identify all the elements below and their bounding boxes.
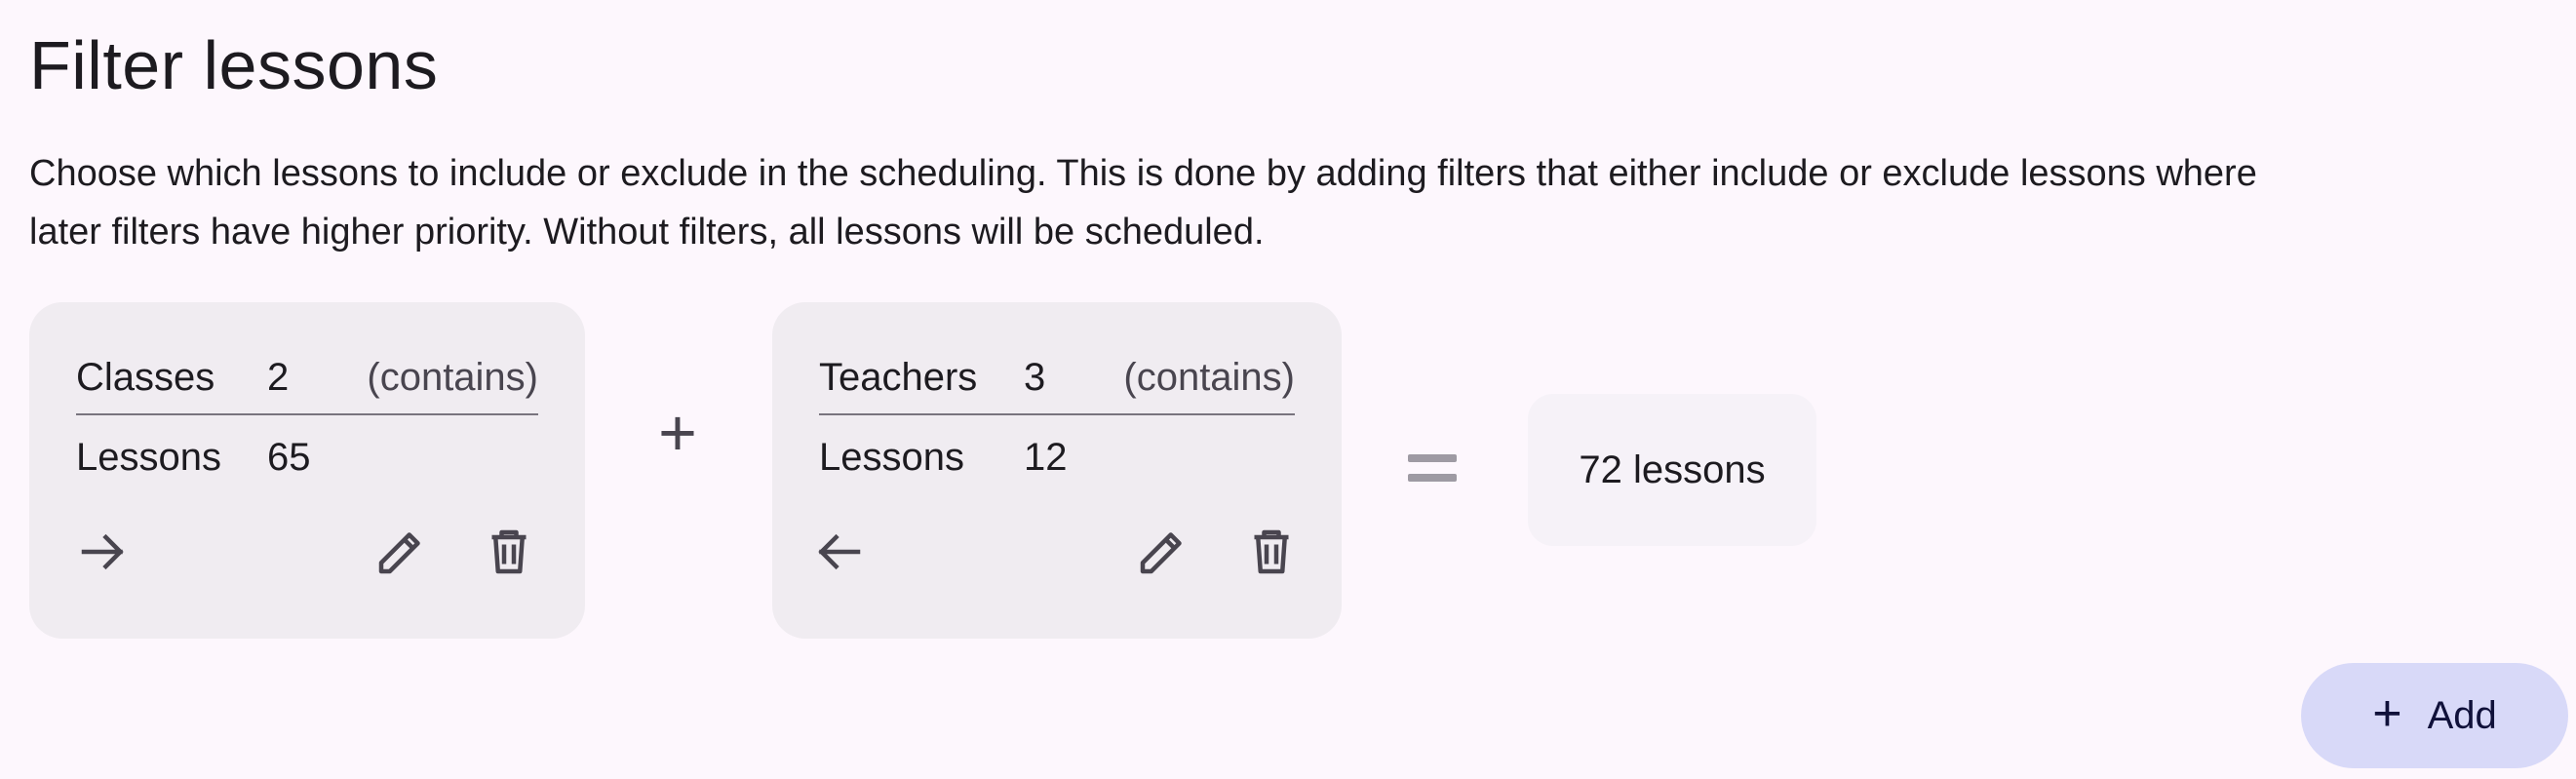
page-description: Choose which lessons to include or exclu… [29,153,2257,253]
plus-operator: + [658,396,697,470]
filter-count: 3 [1024,356,1046,399]
filter-lessons-row: Lessons 12 [819,421,1295,493]
filter-category: Classes [76,356,215,399]
edit-icon[interactable] [368,519,434,585]
lessons-count: 65 [267,436,311,479]
plus-icon: + [2372,685,2402,742]
delete-icon[interactable] [1238,519,1305,585]
result-summary: 72 lessons [1528,394,1816,546]
result-label: 72 lessons [1579,448,1766,491]
add-filter-button[interactable]: + Add [2301,663,2568,768]
delete-icon[interactable] [476,519,542,585]
filter-mode: (contains) [367,356,538,399]
filter-category: Teachers [819,356,978,399]
lessons-label: Lessons [819,436,964,479]
edit-icon[interactable] [1129,519,1195,585]
filter-card-classes: Classes 2 (contains) Lessons 65 [29,302,585,639]
filter-card-teachers: Teachers 3 (contains) Lessons 12 [772,302,1342,639]
arrow-left-icon[interactable] [805,519,872,585]
filter-criteria-row: Classes 2 (contains) [76,341,538,415]
page-title: Filter lessons [29,27,439,103]
filter-criteria-row: Teachers 3 (contains) [819,341,1295,415]
lessons-count: 12 [1024,436,1068,479]
filter-mode: (contains) [1123,356,1295,399]
add-button-label: Add [2427,693,2497,737]
arrow-right-icon[interactable] [70,519,137,585]
equals-operator [1408,454,1463,487]
lessons-label: Lessons [76,436,221,479]
filter-lessons-row: Lessons 65 [76,421,538,493]
filter-count: 2 [267,356,290,399]
